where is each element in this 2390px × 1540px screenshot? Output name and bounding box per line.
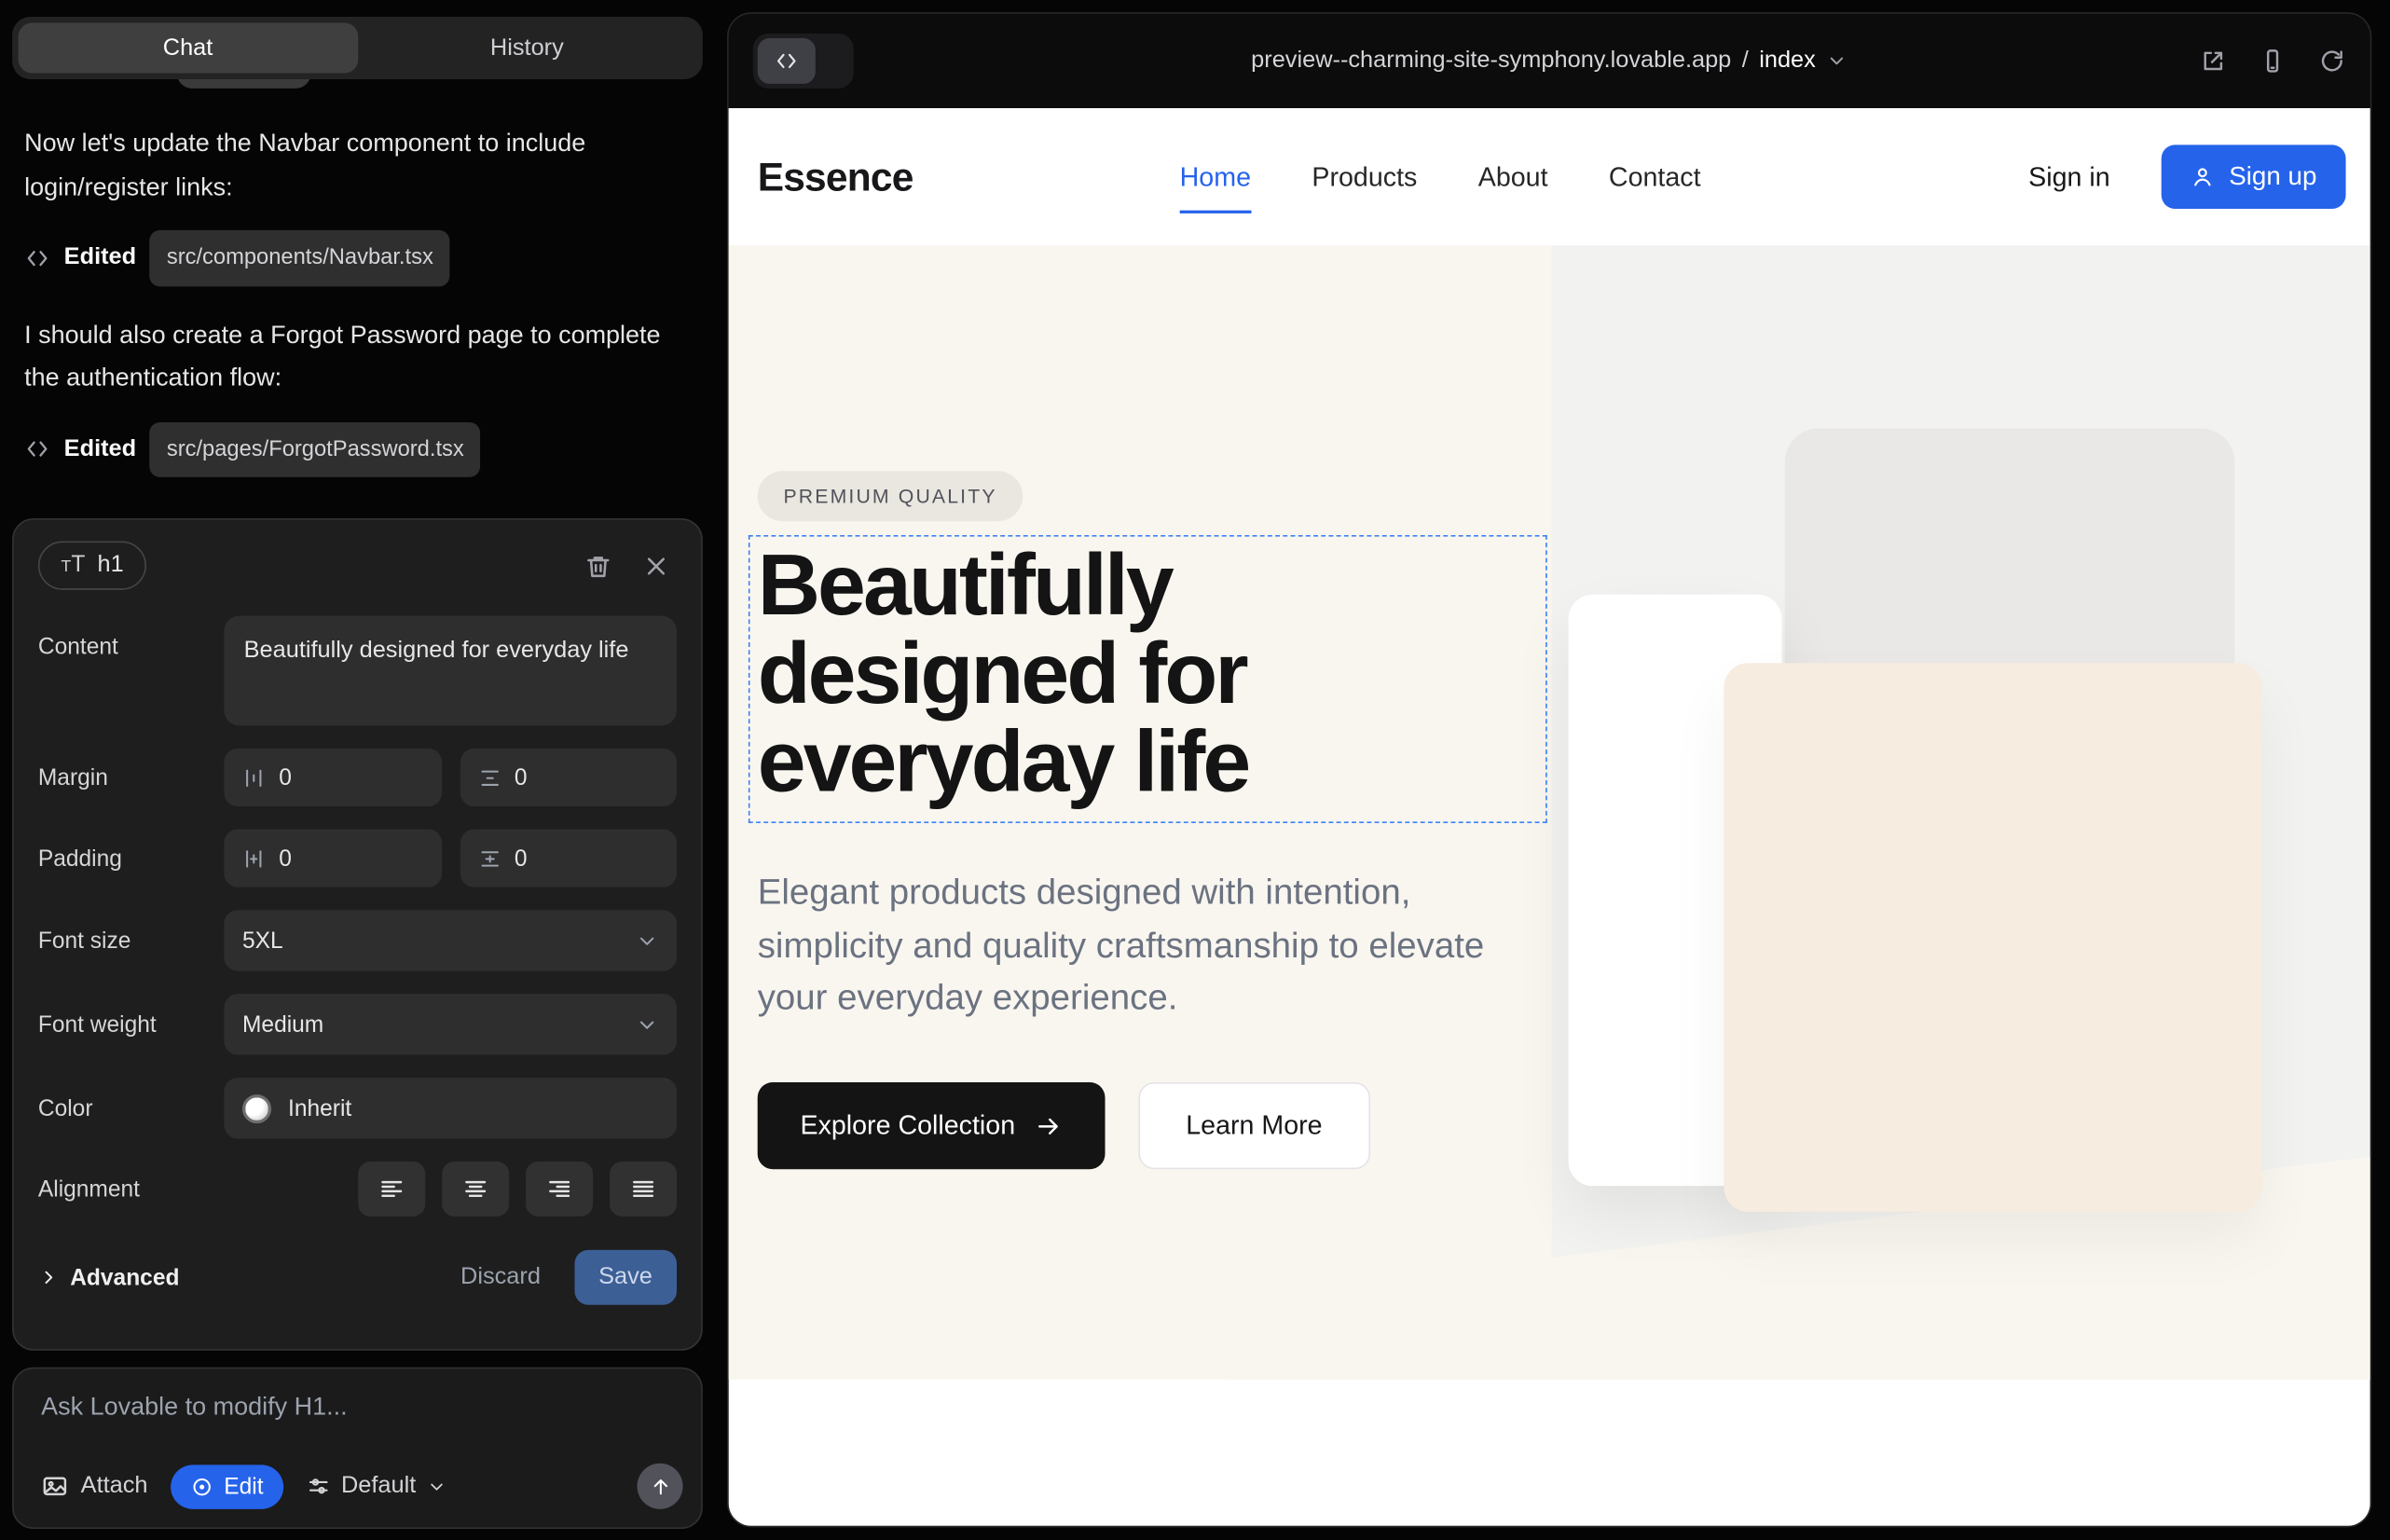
- explore-collection-button[interactable]: Explore Collection: [758, 1082, 1106, 1169]
- site-navbar: Essence Home Products About Contact Sign…: [729, 108, 2370, 245]
- site-logo[interactable]: Essence: [758, 153, 913, 200]
- nav-link-about[interactable]: About: [1478, 161, 1548, 193]
- content-label: Content: [38, 634, 224, 660]
- rendered-site: Essence Home Products About Contact Sign…: [729, 108, 2370, 1526]
- vertical-padding-icon: [478, 846, 501, 870]
- chevron-down-icon: [636, 1013, 659, 1037]
- premium-quality-badge: PREMIUM QUALITY: [758, 471, 1023, 521]
- url-separator: /: [1742, 48, 1749, 75]
- tab-chat[interactable]: Chat: [19, 23, 358, 74]
- vertical-spacing-icon: [478, 766, 501, 790]
- nav-link-home[interactable]: Home: [1180, 161, 1251, 193]
- preview-topbar: preview--charming-site-symphony.lovable.…: [729, 14, 2370, 108]
- url-bar[interactable]: preview--charming-site-symphony.lovable.…: [729, 48, 2370, 75]
- font-size-label: Font size: [38, 928, 224, 954]
- chevron-down-icon: [636, 929, 659, 953]
- edited-label: Edited: [64, 236, 136, 280]
- horizontal-padding-icon: [242, 846, 266, 870]
- sliders-icon: [306, 1474, 330, 1498]
- padding-y-input[interactable]: 0: [460, 830, 677, 887]
- close-inspector-button[interactable]: [641, 551, 670, 580]
- site-nav-links: Home Products About Contact: [1180, 161, 1701, 193]
- align-left-button[interactable]: [358, 1162, 425, 1217]
- edited-label: Edited: [64, 428, 136, 472]
- color-swatch: [242, 1093, 271, 1122]
- prompt-composer[interactable]: Ask Lovable to modify H1... Attach Edit …: [12, 1368, 703, 1529]
- preview-window: preview--charming-site-symphony.lovable.…: [727, 12, 2371, 1527]
- element-inspector-panel: TT h1 Content Beautifully designed for e…: [12, 518, 703, 1351]
- arrow-up-icon: [649, 1475, 672, 1498]
- refresh-button[interactable]: [2318, 48, 2345, 75]
- text-size-icon: TT: [61, 554, 85, 577]
- code-icon: [24, 436, 50, 462]
- advanced-toggle[interactable]: Advanced: [38, 1264, 180, 1290]
- hero-section: PREMIUM QUALITY Beautifully designed for…: [729, 245, 2370, 1380]
- chevron-right-icon: [38, 1267, 60, 1288]
- code-view-toggle[interactable]: [753, 34, 854, 89]
- chat-message: Now let's update the Navbar component to…: [24, 122, 686, 209]
- preview-url: preview--charming-site-symphony.lovable.…: [1251, 48, 1731, 75]
- user-icon: [2191, 165, 2215, 189]
- horizontal-spacing-icon: [242, 766, 266, 790]
- sign-up-button[interactable]: Sign up: [2162, 144, 2345, 209]
- margin-label: Margin: [38, 764, 224, 791]
- chevron-down-icon: [1826, 50, 1847, 72]
- align-justify-button[interactable]: [610, 1162, 677, 1217]
- color-select[interactable]: Inherit: [224, 1078, 677, 1138]
- code-icon: [758, 38, 816, 84]
- learn-more-button[interactable]: Learn More: [1139, 1082, 1370, 1169]
- code-icon: [24, 245, 50, 271]
- file-path-chip[interactable]: src/pages/ForgotPassword.tsx: [150, 421, 481, 477]
- padding-label: Padding: [38, 846, 224, 872]
- hero-description: Elegant products designed with intention…: [758, 866, 1508, 1024]
- app-root: Chat History Now let's update the Navbar…: [0, 0, 2390, 1540]
- nav-link-products[interactable]: Products: [1312, 161, 1417, 193]
- save-button[interactable]: Save: [574, 1250, 677, 1305]
- hero-headline[interactable]: Beautifully designed for everyday life: [758, 541, 1528, 806]
- edited-file-row[interactable]: Edited src/components/Navbar.tsx: [24, 230, 686, 286]
- mobile-view-button[interactable]: [2259, 48, 2286, 75]
- element-tag-label: h1: [97, 552, 123, 579]
- nav-link-contact[interactable]: Contact: [1609, 161, 1701, 193]
- image-icon: [41, 1473, 68, 1500]
- preview-page: index: [1759, 48, 1816, 75]
- sign-in-link[interactable]: Sign in: [2028, 161, 2110, 193]
- chat-message-list: Now let's update the Navbar component to…: [24, 122, 686, 504]
- chat-message: I should also create a Forgot Password p…: [24, 313, 686, 400]
- file-path-chip[interactable]: src/components/Navbar.tsx: [150, 230, 450, 286]
- model-default-select[interactable]: Default: [306, 1473, 446, 1500]
- prompt-input[interactable]: Ask Lovable to modify H1...: [41, 1394, 674, 1423]
- edited-file-row[interactable]: Edited src/pages/ForgotPassword.tsx: [24, 421, 686, 477]
- padding-x-input[interactable]: 0: [224, 830, 441, 887]
- decorative-card-beige: [1724, 663, 2261, 1212]
- delete-element-button[interactable]: [584, 551, 612, 580]
- align-center-button[interactable]: [442, 1162, 509, 1217]
- content-input[interactable]: Beautifully designed for everyday life: [224, 616, 677, 726]
- margin-y-input[interactable]: 0: [460, 749, 677, 806]
- chat-history-tabbar: Chat History: [12, 17, 703, 79]
- align-right-button[interactable]: [526, 1162, 593, 1217]
- discard-button[interactable]: Discard: [460, 1264, 541, 1291]
- alignment-label: Alignment: [38, 1176, 224, 1203]
- edit-target-icon: [190, 1475, 213, 1498]
- font-weight-select[interactable]: Medium: [224, 994, 677, 1054]
- inspector-header: TT h1: [38, 541, 677, 589]
- attach-button[interactable]: Attach: [41, 1473, 147, 1500]
- margin-x-input[interactable]: 0: [224, 749, 441, 806]
- element-tag-pill[interactable]: TT h1: [38, 541, 146, 589]
- edit-mode-button[interactable]: Edit: [171, 1464, 283, 1508]
- arrow-right-icon: [1035, 1112, 1062, 1139]
- font-weight-label: Font weight: [38, 1011, 224, 1038]
- font-size-select[interactable]: 5XL: [224, 910, 677, 970]
- color-label: Color: [38, 1095, 224, 1121]
- send-button[interactable]: [638, 1464, 683, 1509]
- chevron-down-icon: [427, 1477, 446, 1496]
- open-external-button[interactable]: [2200, 48, 2227, 75]
- tab-history[interactable]: History: [357, 23, 696, 74]
